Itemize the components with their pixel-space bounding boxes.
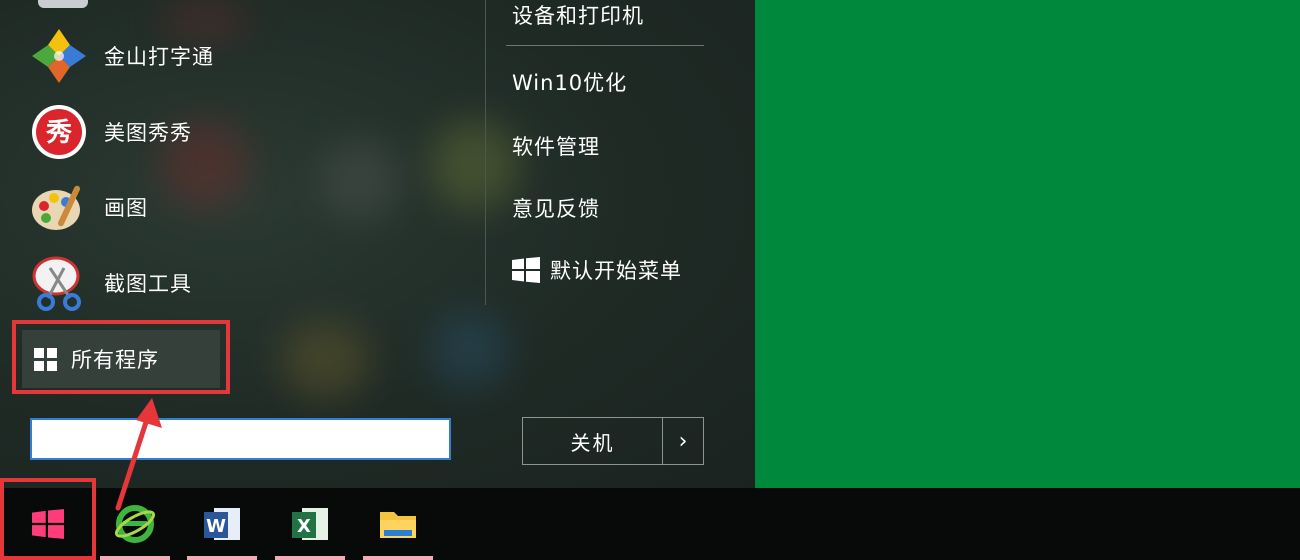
taskbar-pin-excel[interactable]: X: [275, 492, 345, 560]
word-icon-glyph: W: [206, 516, 226, 537]
taskbar: W X: [0, 488, 1300, 560]
shutdown-group: 关机 ›: [522, 417, 704, 465]
link-devices-printers[interactable]: 设备和打印机: [512, 0, 644, 30]
running-indicator: [187, 556, 257, 560]
taskbar-pin-word[interactable]: W: [187, 492, 257, 560]
meitu-icon-glyph: 秀: [45, 118, 72, 148]
running-indicator: [275, 556, 345, 560]
search-input[interactable]: [30, 418, 451, 460]
windows-logo-icon: [512, 257, 540, 283]
jinshan-typing-icon: [30, 27, 88, 85]
shutdown-options-button[interactable]: ›: [663, 418, 703, 464]
highlight-box-all-programs: [12, 320, 230, 394]
taskbar-pin-ie[interactable]: [100, 492, 170, 560]
background-blur: [430, 310, 510, 390]
chevron-right-icon: ›: [678, 428, 688, 454]
desktop-background: [755, 0, 1300, 488]
excel-icon-glyph: X: [297, 516, 311, 537]
cut-off-app-icon: [38, 0, 88, 8]
word-icon: W: [204, 508, 240, 540]
link-divider: [506, 45, 704, 46]
app-label: 美图秀秀: [104, 121, 192, 145]
app-label: 金山打字通: [104, 45, 214, 69]
highlight-box-start-button: [0, 478, 96, 560]
link-default-start-menu[interactable]: 默认开始菜单: [512, 255, 682, 285]
shutdown-button[interactable]: 关机: [523, 418, 663, 464]
link-software-manager[interactable]: 软件管理: [512, 131, 600, 161]
running-indicator: [363, 556, 433, 560]
background-blur: [280, 320, 370, 400]
link-win10-optimize[interactable]: Win10优化: [512, 67, 627, 97]
app-item-meitu[interactable]: 秀 美图秀秀: [30, 100, 470, 164]
app-item-jinshan[interactable]: 金山打字通: [30, 24, 470, 88]
app-item-snipping[interactable]: 截图工具: [30, 251, 470, 315]
meitu-xiuxiu-icon: 秀: [30, 103, 88, 161]
link-feedback[interactable]: 意见反馈: [512, 193, 600, 223]
paint-palette-icon: [30, 178, 88, 236]
column-divider: [485, 0, 486, 305]
taskbar-pin-explorer[interactable]: [363, 492, 433, 560]
excel-icon: X: [292, 508, 328, 540]
app-item-paint[interactable]: 画图: [30, 175, 470, 239]
ie-browser-icon: [114, 505, 156, 543]
running-indicator: [100, 556, 170, 560]
link-label: 默认开始菜单: [550, 259, 682, 283]
snipping-tool-icon: [30, 254, 88, 312]
start-menu: 金山打字通 秀 美图秀秀 画图 截图工具 所有程序 设备和打印机 Win10优化…: [0, 0, 755, 488]
app-label: 截图工具: [104, 272, 192, 296]
app-label: 画图: [104, 196, 148, 220]
folder-icon: [380, 512, 416, 538]
